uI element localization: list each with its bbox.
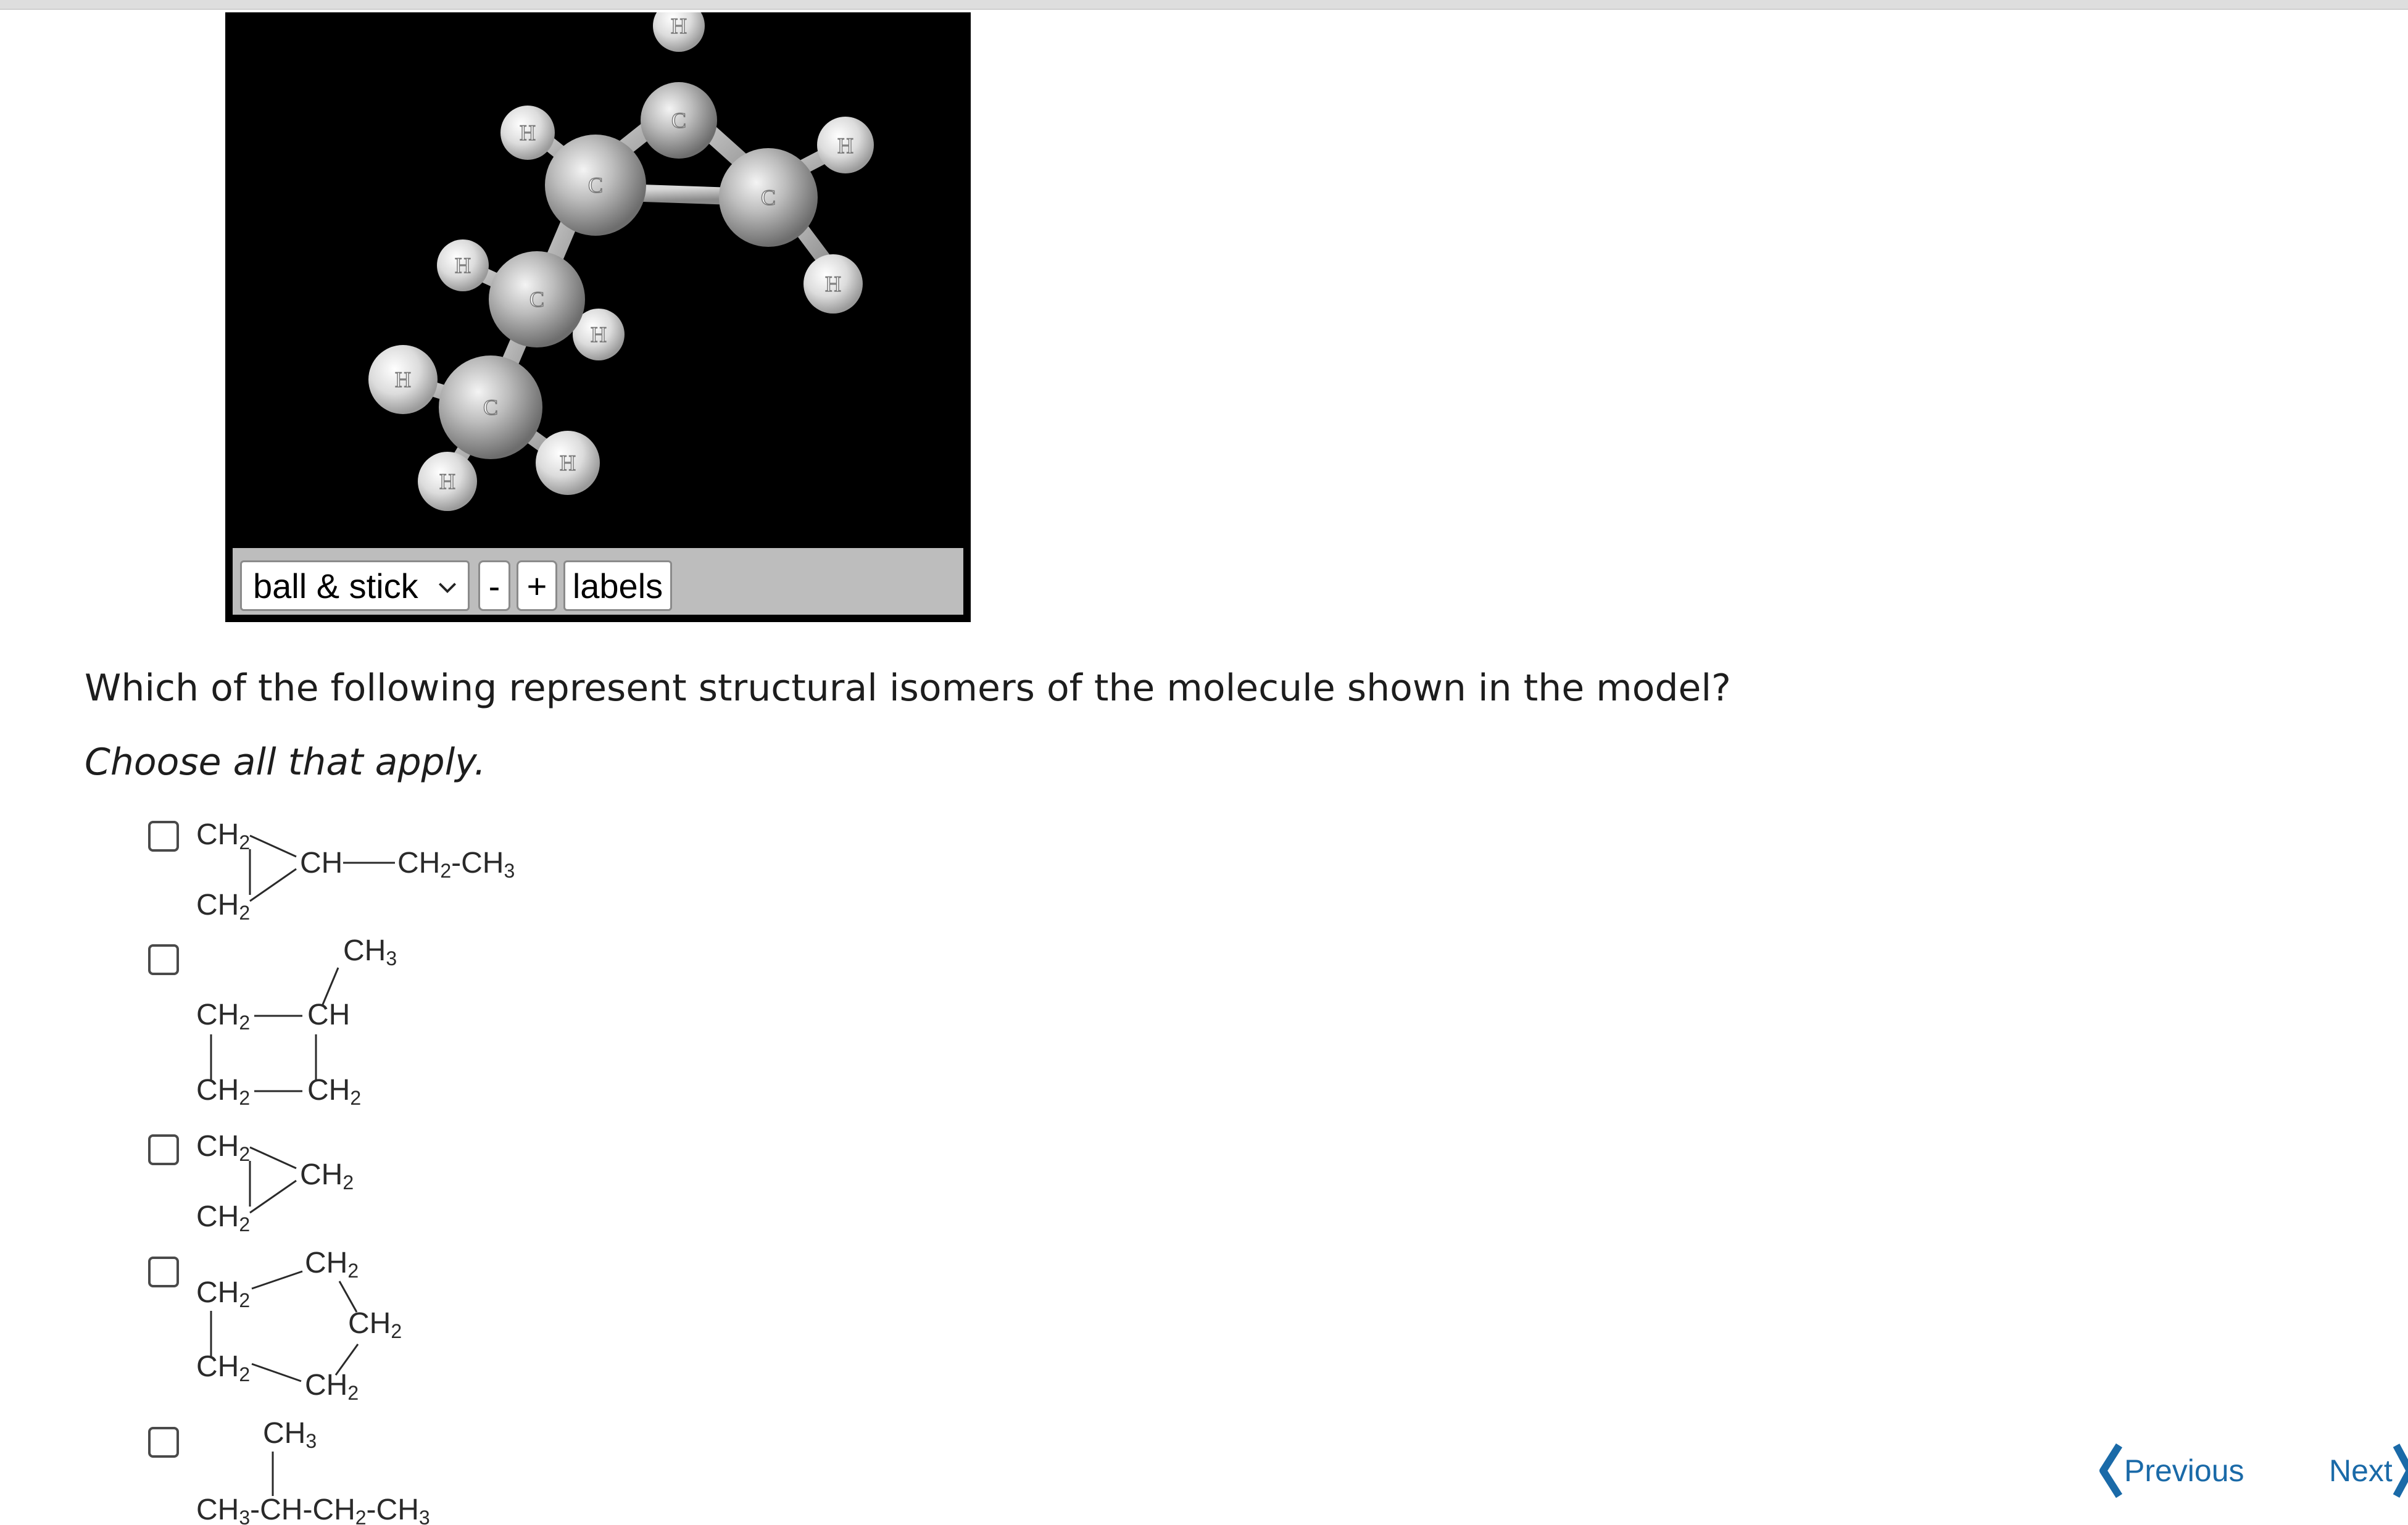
atom-label-h: H (395, 367, 411, 392)
svg-text:CH: CH (307, 999, 350, 1031)
atom-label-h: H (837, 133, 853, 158)
previous-button[interactable]: Previous (2097, 1443, 2244, 1498)
top-border (0, 0, 2408, 10)
option-1-formula: CH2 CH2 CH CH2-CH3 (196, 818, 515, 924)
zoom-in-button[interactable]: + (517, 560, 557, 611)
svg-text:CH: CH (300, 847, 343, 879)
svg-text:CH2: CH2 (305, 1369, 359, 1404)
atom-label-h: H (560, 451, 576, 475)
atom-label-h: H (455, 253, 471, 278)
zoom-in-label: + (526, 566, 547, 605)
option-3-checkbox[interactable] (148, 1134, 179, 1165)
svg-text:CH2: CH2 (196, 1074, 250, 1109)
svg-text:CH2-CH3: CH2-CH3 (397, 847, 515, 882)
chevron-down-icon (438, 583, 457, 594)
question-instruction: Choose all that apply. (85, 741, 486, 784)
previous-label: Previous (2124, 1453, 2244, 1488)
svg-text:CH2: CH2 (196, 1350, 250, 1386)
question-prompt: Which of the following represent structu… (85, 667, 1731, 710)
hydrogen-atoms (368, 12, 874, 511)
svg-text:CH3: CH3 (263, 1417, 317, 1452)
option-3-formula: CH2 CH2 CH2 (196, 1130, 354, 1236)
option-2-checkbox[interactable] (148, 944, 179, 975)
svg-text:CH3: CH3 (343, 934, 397, 970)
option-4-formula: CH2 CH2 CH2 CH2 CH2 (196, 1247, 402, 1404)
atom-label-c: C (671, 108, 686, 133)
atom-label-h: H (825, 272, 841, 296)
atom-label-c: C (529, 287, 544, 312)
svg-text:CH2: CH2 (300, 1158, 354, 1194)
atom-label-h: H (591, 322, 607, 347)
chevron-left-icon (2099, 1443, 2123, 1498)
atom-label-h: H (439, 469, 455, 494)
svg-text:CH2: CH2 (348, 1307, 402, 1342)
labels-button[interactable]: labels (563, 560, 672, 611)
labels-button-label: labels (572, 566, 663, 605)
svg-text:CH2: CH2 (307, 1074, 361, 1109)
svg-text:CH2: CH2 (196, 818, 250, 854)
svg-text:CH3-CH-CH2-CH3: CH3-CH-CH2-CH3 (196, 1494, 430, 1525)
molecule-model[interactable]: H H H H H H H H H C C C C C (225, 12, 971, 548)
zoom-out-button[interactable]: - (478, 560, 510, 611)
zoom-out-label: - (488, 566, 500, 605)
option-5-checkbox[interactable] (148, 1427, 179, 1458)
option-4-checkbox[interactable] (148, 1257, 179, 1287)
display-mode-select[interactable]: ball & stick (240, 560, 470, 611)
atom-label-c: C (761, 185, 776, 210)
svg-text:CH2: CH2 (196, 1276, 250, 1311)
atom-label-c: C (483, 395, 498, 420)
svg-text:CH2: CH2 (196, 999, 250, 1034)
display-mode-value: ball & stick (253, 566, 418, 605)
viewer-toolbar: ball & stick - + labels (233, 548, 963, 615)
next-label: Next (2329, 1453, 2393, 1488)
atom-label-c: C (588, 173, 603, 197)
next-button[interactable]: Next (2329, 1443, 2408, 1498)
svg-text:CH2: CH2 (196, 1130, 250, 1165)
svg-text:CH2: CH2 (196, 889, 250, 924)
svg-text:CH2: CH2 (305, 1247, 359, 1282)
molecule-viewer[interactable]: H H H H H H H H H C C C C C ball & stick… (225, 12, 971, 622)
chevron-right-icon (2393, 1444, 2408, 1498)
option-1-checkbox[interactable] (148, 821, 179, 852)
atom-label-h: H (671, 14, 687, 38)
svg-text:CH2: CH2 (196, 1200, 250, 1236)
option-2-formula: CH3 CH2 CH CH2 CH2 (196, 934, 397, 1109)
atom-label-h: H (520, 120, 536, 145)
option-5-formula: CH3 CH3-CH-CH2-CH3 (196, 1417, 430, 1525)
